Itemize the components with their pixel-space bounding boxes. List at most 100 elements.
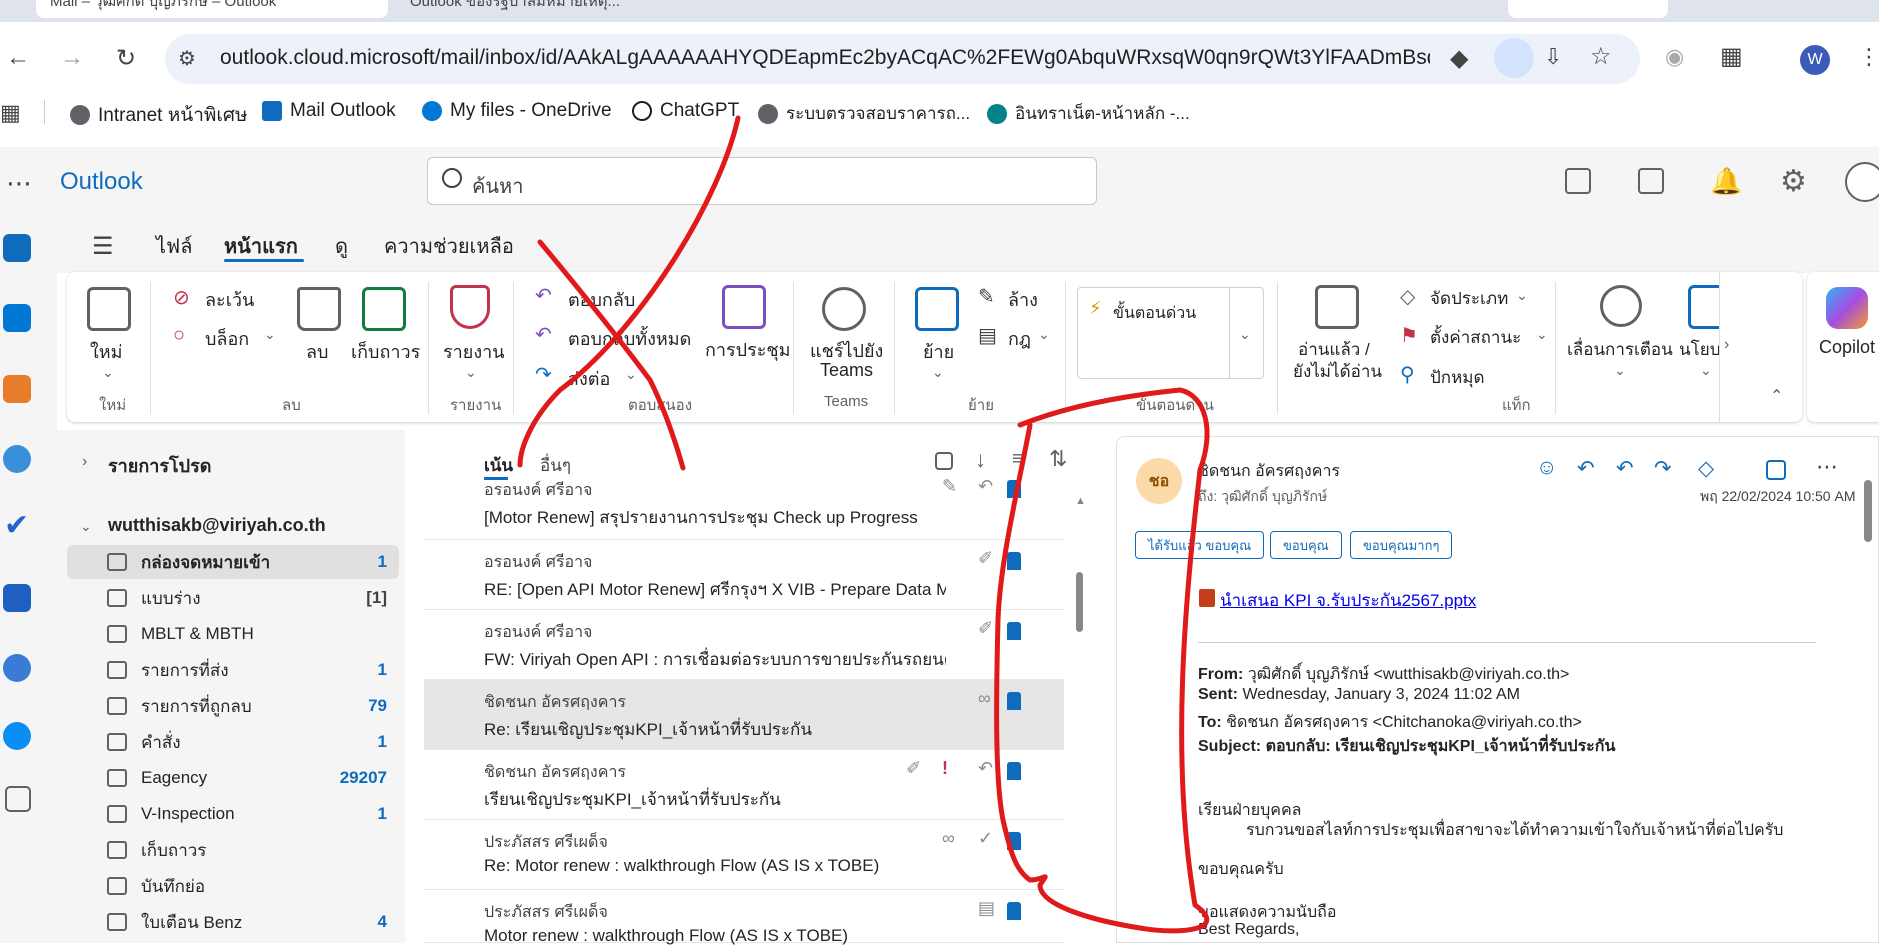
attachment-icon[interactable]: ✐ [978, 548, 993, 569]
folder-item[interactable]: เก็บถาวร [67, 833, 399, 867]
pin-icon[interactable] [1007, 552, 1021, 570]
app-launcher-icon[interactable]: ⋯ [6, 168, 32, 199]
install-app-icon[interactable]: ⇩ [1544, 44, 1562, 70]
screenshot-icon[interactable] [1494, 38, 1534, 78]
pin-icon[interactable] [1007, 622, 1021, 640]
scrollbar-thumb[interactable] [1076, 572, 1083, 632]
outlook-title[interactable]: Outlook [60, 168, 143, 196]
reply-all-button[interactable]: ตอบกลับทั้งหมด [568, 324, 691, 353]
tab-other[interactable]: อื่นๆ [540, 452, 571, 479]
save-icon[interactable] [3, 584, 31, 612]
emoji-icon[interactable]: ☺ [1536, 456, 1557, 480]
chevron-down-icon[interactable]: ⌄ [1516, 287, 1528, 304]
link-icon[interactable]: ∞ [942, 828, 955, 849]
site-info-icon[interactable]: ⚙ [178, 46, 196, 71]
jump-to-icon[interactable]: ↓ [975, 447, 986, 473]
calendar-icon[interactable]: ▤ [978, 898, 995, 919]
browser-tab-active[interactable]: Mail – วุฒิศักดิ์ บุญภิรักษ์ – Outlook [36, 0, 388, 18]
new-mail-button[interactable]: ใหม่ [90, 337, 123, 366]
chevron-down-icon[interactable]: ⌄ [1700, 362, 1712, 379]
chevron-down-icon[interactable]: ⌄ [80, 518, 92, 535]
account-header[interactable]: wutthisakb@viriyah.co.th [108, 515, 326, 536]
snooze-button[interactable]: เลื่อนการเตือน [1567, 336, 1673, 363]
hamburger-icon[interactable]: ☰ [92, 232, 114, 261]
chevron-down-icon[interactable]: ⌄ [102, 364, 114, 381]
report-button[interactable]: รายงาน [443, 337, 505, 366]
bookmark-price-check[interactable]: ระบบตรวจสอบราคารถ... [758, 100, 970, 127]
bookmark-onedrive[interactable]: My files - OneDrive [422, 100, 612, 122]
filter-icon[interactable]: ≡ [1012, 448, 1024, 471]
pin-icon[interactable] [1007, 762, 1021, 780]
reply-button[interactable]: ตอบกลับ [568, 285, 635, 314]
org-explorer-icon[interactable] [3, 654, 31, 682]
sender-avatar[interactable]: ชอ [1136, 458, 1182, 504]
quick-reply-button[interactable]: ขอบคุณมากๆ [1350, 531, 1453, 559]
chevron-down-icon[interactable]: ⌄ [1038, 326, 1050, 343]
bookmark-chatgpt[interactable]: ChatGPT [632, 100, 739, 122]
check-icon[interactable]: ✓ [978, 828, 993, 849]
block-button[interactable]: บล็อก [205, 324, 249, 353]
reply-icon[interactable]: ↶ [978, 476, 993, 497]
chevron-down-icon[interactable]: ⌄ [1536, 326, 1548, 343]
flag-button[interactable]: ตั้งค่าสถานะ [1430, 324, 1521, 351]
browser-menu-icon[interactable]: ⋮ [1858, 44, 1879, 70]
meeting-button[interactable]: การประชุม [705, 335, 791, 364]
attachment-icon[interactable]: ✐ [978, 618, 993, 639]
quick-reply-button[interactable]: ได้รับแล้ว ขอบคุณ [1135, 531, 1265, 559]
folder-item[interactable]: รายการที่ถูกลบ 79 [67, 689, 399, 723]
apps-icon[interactable] [1766, 460, 1786, 480]
bookmark-mail-outlook[interactable]: Mail Outlook [262, 100, 396, 122]
more-apps-icon[interactable] [5, 786, 31, 812]
scrollbar-track[interactable] [1074, 498, 1084, 943]
quick-reply-button[interactable]: ขอบคุณ [1270, 531, 1342, 559]
pin-icon[interactable] [1007, 692, 1021, 710]
profile-avatar[interactable]: W [1800, 45, 1830, 75]
camera-icon[interactable]: ◉ [1665, 44, 1684, 70]
my-day-icon[interactable] [1638, 168, 1664, 194]
calendar-icon[interactable] [3, 304, 31, 332]
select-icon[interactable] [935, 452, 953, 470]
browser-tab[interactable]: Outlook ของรัฐบาลมีหมายเหตุ... [396, 0, 752, 18]
read-unread-button-line2[interactable]: ยังไม่ได้อ่าน [1293, 358, 1382, 385]
tag-icon[interactable]: ◇ [1698, 456, 1714, 481]
pin-icon[interactable] [1007, 902, 1021, 920]
tab-view[interactable]: ดู [335, 230, 348, 262]
folder-item[interactable]: Eagency 29207 [67, 761, 399, 795]
sort-icon[interactable]: ⇅ [1049, 446, 1067, 472]
pin-icon[interactable] [1007, 480, 1021, 498]
bookmark-intranet[interactable]: Intranet หน้าพิเศษ [70, 100, 248, 130]
scroll-up-icon[interactable]: ▲ [1075, 495, 1086, 507]
forward-icon[interactable]: → [54, 40, 90, 76]
tab-home[interactable]: หน้าแรก [224, 230, 298, 262]
new-mail-icon[interactable] [87, 287, 131, 331]
teams-icon[interactable] [1565, 168, 1591, 194]
reply-icon[interactable]: ↶ [978, 758, 993, 779]
folder-item[interactable]: รายการที่ส่ง 1 [67, 653, 399, 687]
people-icon[interactable] [3, 445, 31, 473]
important-icon[interactable]: ! [942, 758, 948, 779]
gear-icon[interactable]: ⚙ [1780, 164, 1807, 199]
delete-button[interactable]: ลบ [306, 337, 328, 366]
ignore-button[interactable]: ละเว้น [205, 285, 254, 314]
folder-item[interactable]: V-Inspection 1 [67, 797, 399, 831]
bell-icon[interactable]: 🔔 [1710, 166, 1742, 197]
copilot-button[interactable]: Copilot [1819, 337, 1875, 358]
rules-button[interactable]: กฎ [1008, 324, 1031, 353]
extensions-puzzle-icon[interactable]: ▦ [1720, 42, 1743, 71]
chevron-down-icon[interactable]: ⌄ [264, 326, 276, 343]
todo-icon[interactable]: ✔ [4, 508, 29, 543]
copilot-app-icon[interactable] [3, 375, 31, 403]
folder-item[interactable]: แบบร่าง [1] [67, 581, 399, 615]
extension-icon[interactable]: ◆ [1450, 44, 1468, 73]
move-button[interactable]: ย้าย [923, 337, 954, 366]
folder-item[interactable]: คำสั่ง 1 [67, 725, 399, 759]
onedrive-icon[interactable] [3, 722, 31, 750]
chevron-down-icon[interactable]: ⌄ [1239, 326, 1251, 343]
forward-button[interactable]: ส่งต่อ [568, 364, 610, 393]
reply-all-icon[interactable]: ↶ [1616, 456, 1634, 481]
chevron-down-icon[interactable]: ⌄ [932, 364, 944, 381]
scrollbar-thumb[interactable] [1864, 480, 1872, 542]
sweep-button[interactable]: ล้าง [1008, 285, 1038, 314]
apps-grid-icon[interactable]: ▦ [0, 100, 21, 126]
tab-focused[interactable]: เน้น [484, 452, 513, 479]
